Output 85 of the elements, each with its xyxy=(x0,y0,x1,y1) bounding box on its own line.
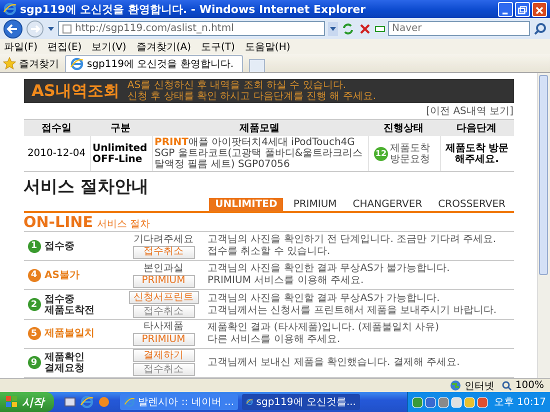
menu-item[interactable]: 도움말(H) xyxy=(244,40,290,54)
menu-item[interactable]: 보기(V) xyxy=(92,40,126,54)
windows-logo-icon xyxy=(6,396,18,408)
service-tab[interactable]: CHANGERVER xyxy=(346,198,428,211)
browser-logo-icon[interactable] xyxy=(80,395,94,409)
media-player-icon[interactable] xyxy=(98,396,110,408)
step-label: 제품확인 결제요청 xyxy=(44,352,84,374)
tray-app-icon[interactable] xyxy=(477,396,488,408)
browser-logo-icon xyxy=(124,395,136,409)
table-cell: PRINT애플 아이팟터치4세대 iPodTouch4G SGP 울트라코트(고광택 풀바디&울트라크리스탈액정 필름 세트) SGP07056 xyxy=(152,136,368,171)
tray-app-icon[interactable] xyxy=(425,396,436,408)
section-subtitle: 서비스 절차 xyxy=(96,218,150,231)
search-icon[interactable] xyxy=(533,22,547,36)
magnifier-icon xyxy=(502,380,512,390)
zoom-control[interactable]: 100% xyxy=(502,380,544,391)
service-type: OFF-Line xyxy=(92,154,142,164)
window-title: sgp119에 오신것을 환영합니다. - Windows Internet Explorer xyxy=(20,2,367,16)
column-header: 다음단계 xyxy=(456,122,498,136)
stop-icon[interactable] xyxy=(358,22,372,36)
history-link[interactable]: [이전 AS내역 보기] xyxy=(426,104,514,118)
step-number-badge: 1 xyxy=(28,240,40,253)
section-title: AS내역조회 xyxy=(32,80,120,102)
step-description: 고객님께서 보내신 제품을 확인했습니다. 결제해 주세요. xyxy=(208,356,461,369)
clock: 오후 10:17 xyxy=(494,396,546,409)
column-header: 구분 xyxy=(110,122,132,136)
back-icon[interactable] xyxy=(3,18,23,38)
step-label: AS불가 xyxy=(44,270,80,281)
security-zone: 인터넷 xyxy=(464,380,494,392)
section-title: ON-LINE xyxy=(24,213,93,231)
taskbar-button[interactable]: sgp119에 오신것를... xyxy=(242,394,360,410)
step-note: 본인과실 xyxy=(144,262,184,274)
browser-logo-icon xyxy=(70,57,84,71)
scrollbar[interactable] xyxy=(537,73,550,378)
menu-item[interactable]: 편집(E) xyxy=(48,40,82,54)
service-tab[interactable]: CROSSERVER xyxy=(432,198,512,211)
menu-item[interactable]: 파일(F) xyxy=(4,40,38,54)
step-note: 기다려주세요 xyxy=(134,234,194,245)
tray-app-icon[interactable] xyxy=(438,396,449,408)
step-label: 접수중 제품도착전 xyxy=(44,294,94,316)
column-header: 진행상태 xyxy=(382,122,424,136)
column-header: 제품모델 xyxy=(238,122,280,136)
banner-note: AS를 신청하신 후 내역을 조회 하실 수 있습니다. xyxy=(127,80,348,91)
browser-logo-icon xyxy=(3,2,17,16)
menu-item[interactable]: 도구(T) xyxy=(201,40,235,54)
taskbar-button[interactable]: 발렌시아 :: 네이버 ... xyxy=(120,394,238,410)
tray-app-icon[interactable] xyxy=(412,396,423,408)
step-number-badge: 2 xyxy=(28,298,40,311)
browser-tab[interactable]: sgp119에 오신것을 환영합니다. xyxy=(65,55,243,72)
globe-icon xyxy=(450,380,462,391)
page-heading: 서비스 절차안내 xyxy=(24,176,150,198)
dropdown-arrow-icon[interactable] xyxy=(47,24,55,32)
tray-app-icon[interactable] xyxy=(451,396,462,408)
tray-app-icon[interactable] xyxy=(464,396,475,408)
column-header: 접수일 xyxy=(40,122,72,136)
menu-item[interactable]: 즐겨찾기(A) xyxy=(136,40,191,54)
status-badge: 12 xyxy=(374,146,388,160)
step-description: PRIMIUM 서비스를 이용해 주세요. xyxy=(208,275,365,288)
search-field[interactable]: Naver xyxy=(388,21,530,36)
star-icon xyxy=(3,57,16,70)
scroll-thumb[interactable] xyxy=(539,75,548,275)
step-number-badge: 5 xyxy=(28,327,40,340)
step-description: 접수를 취소할 수 있습니다. xyxy=(208,246,332,258)
step-description: 고객님의 사진을 확인하기 전 단계입니다. 조금만 기다려 주세요. xyxy=(208,234,498,246)
step-number-badge: 4 xyxy=(28,268,40,282)
step-description: 고객님의 사진을 확인한 결과 무상AS가 불가능합니다. xyxy=(208,263,451,276)
banner-note: 신청 후 상태를 확인 하시고 다음단계를 진행 해 주세요. xyxy=(127,91,376,102)
page-icon xyxy=(62,24,72,34)
table-cell-text: 2010-12-04 xyxy=(26,147,87,161)
step-description: 다른 서비스를 이용해 주세요. xyxy=(208,334,342,346)
search-provider-icon xyxy=(375,26,385,32)
service-type: Unlimited xyxy=(92,142,148,154)
step-description: 고객님의 사진을 확인할 결과 무상AS가 가능합니다. xyxy=(208,292,441,304)
service-tab[interactable]: PRIMIUM xyxy=(287,198,343,211)
step-label: 제품불일치 xyxy=(44,328,94,340)
refresh-icon[interactable] xyxy=(341,22,355,36)
step-number-badge: 9 xyxy=(28,356,40,370)
favorites-button[interactable]: 즐겨찾기 xyxy=(3,55,59,72)
status-text: 제품도착 방문요청 xyxy=(390,142,431,164)
table-cell: 제품도착 방문해주세요. xyxy=(440,136,514,171)
step-label: 접수중 xyxy=(44,240,74,252)
step-note: 타사제품 xyxy=(144,321,184,332)
address-field[interactable]: http://sgp119.com/aslist_n.html xyxy=(58,21,325,36)
step-description: 고객님께서는 신청서를 프린트해서 제품을 보내주시기 바랍니다. xyxy=(208,304,498,316)
step-description: 제품확인 결과 (타사제품)입니다. (제품불일치 사유) xyxy=(208,322,440,334)
desktop-icon[interactable] xyxy=(64,396,76,408)
